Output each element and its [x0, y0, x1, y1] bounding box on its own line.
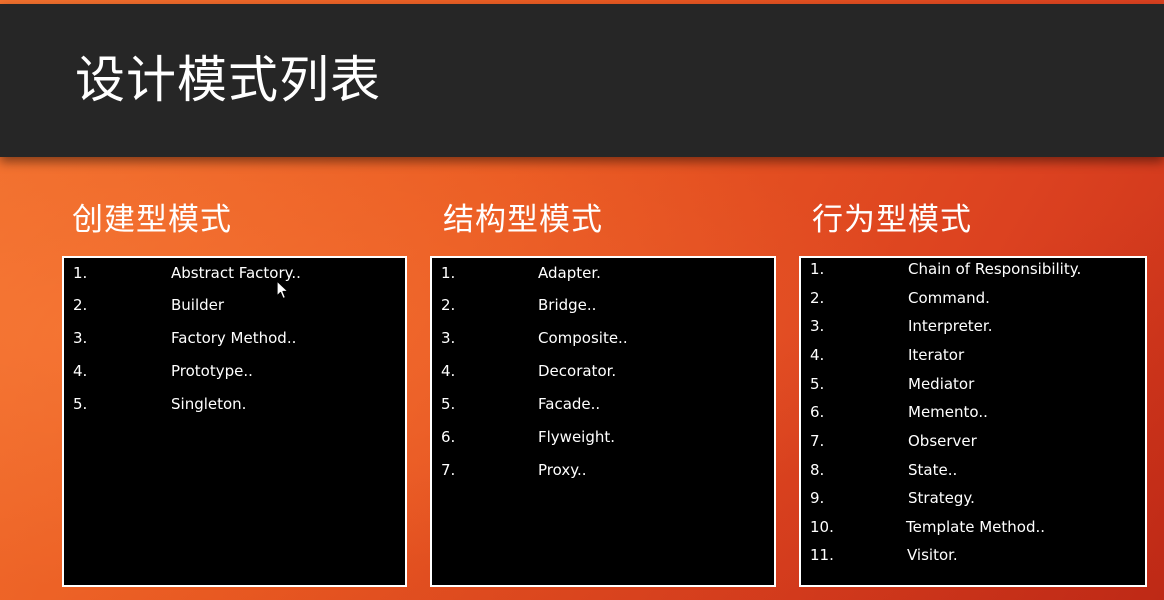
list-item: 5. Singleton.	[64, 392, 405, 416]
list-item: 5. Mediator	[801, 372, 1145, 396]
list-item-number: 3.	[441, 329, 456, 347]
list-item-number: 5.	[441, 395, 456, 413]
list-item-number: 3.	[810, 317, 825, 335]
list-item-label: Mediator	[908, 375, 975, 393]
list-item: 7. Proxy..	[432, 458, 774, 482]
list-item-number: 4.	[73, 362, 88, 380]
list-item-number: 2.	[73, 296, 88, 314]
list-item: 4. Decorator.	[432, 359, 774, 383]
list-item-label: Facade..	[538, 395, 601, 413]
list-item-label: Composite..	[538, 329, 628, 347]
list-item-label: Iterator	[908, 346, 965, 364]
list-item-label: Interpreter.	[908, 317, 993, 335]
list-item: 3. Factory Method..	[64, 326, 405, 350]
list-item-number: 4.	[810, 346, 825, 364]
mouse-pointer-icon	[276, 280, 290, 300]
list-item: 11. Visitor.	[801, 543, 1145, 567]
heading-behavioral: 行为型模式	[812, 202, 972, 238]
list-item-number: 1.	[73, 264, 88, 282]
list-item-label: Factory Method..	[171, 329, 297, 347]
list-item: 3. Interpreter.	[801, 314, 1145, 338]
list-item-label: Observer	[908, 432, 977, 450]
list-item: 9. Strategy.	[801, 486, 1145, 510]
list-item-number: 10.	[810, 518, 834, 536]
heading-structural: 结构型模式	[443, 202, 603, 238]
title-bar: 设计模式列表	[0, 4, 1164, 157]
list-item-number: 5.	[73, 395, 88, 413]
list-item-number: 1.	[441, 264, 456, 282]
list-item: 10. Template Method..	[801, 515, 1145, 539]
list-item: 6. Flyweight.	[432, 425, 774, 449]
heading-creational: 创建型模式	[72, 202, 232, 238]
list-item-number: 11.	[810, 546, 834, 564]
list-item: 2. Builder	[64, 293, 405, 317]
list-item-label: Command.	[908, 289, 990, 307]
list-item-number: 7.	[810, 432, 825, 450]
list-item-label: Flyweight.	[538, 428, 616, 446]
list-item-number: 6.	[810, 403, 825, 421]
list-item-label: Template Method..	[906, 518, 1046, 536]
list-item-label: Adapter.	[538, 264, 601, 282]
list-item: 7. Observer	[801, 429, 1145, 453]
list-item: 1. Adapter.	[432, 261, 774, 285]
behavioral-pattern-list: 1. Chain of Responsibility. 2. Command. …	[799, 256, 1147, 587]
list-item: 3. Composite..	[432, 326, 774, 350]
list-item-label: Bridge..	[538, 296, 597, 314]
list-item-label: Builder	[171, 296, 225, 314]
list-item-number: 2.	[441, 296, 456, 314]
list-item-number: 4.	[441, 362, 456, 380]
list-item: 4. Iterator	[801, 343, 1145, 367]
list-item: 2. Bridge..	[432, 293, 774, 317]
list-item-label: Proxy..	[538, 461, 587, 479]
list-item: 2. Command.	[801, 286, 1145, 310]
list-item-label: Prototype..	[171, 362, 253, 380]
slide-title: 设计模式列表	[75, 51, 381, 109]
list-item-label: Strategy.	[908, 489, 975, 507]
list-item: 4. Prototype..	[64, 359, 405, 383]
list-item-number: 9.	[810, 489, 825, 507]
list-item-label: Memento..	[908, 403, 988, 421]
list-item-number: 6.	[441, 428, 456, 446]
list-item-number: 7.	[441, 461, 456, 479]
list-item: 1. Chain of Responsibility.	[801, 257, 1145, 281]
list-item-label: Decorator.	[538, 362, 617, 380]
list-item: 5. Facade..	[432, 392, 774, 416]
list-item-label: Singleton.	[171, 395, 247, 413]
list-item-number: 1.	[810, 260, 825, 278]
list-item: 6. Memento..	[801, 400, 1145, 424]
list-item: 8. State..	[801, 458, 1145, 482]
list-item-label: Visitor.	[907, 546, 958, 564]
list-item-number: 8.	[810, 461, 825, 479]
list-item-number: 5.	[810, 375, 825, 393]
list-item-label: State..	[908, 461, 958, 479]
list-item: 1. Abstract Factory..	[64, 261, 405, 285]
creational-pattern-list: 1. Abstract Factory.. 2. Builder 3. Fact…	[62, 256, 407, 587]
list-item-label: Chain of Responsibility.	[908, 260, 1082, 278]
list-item-number: 3.	[73, 329, 88, 347]
structural-pattern-list: 1. Adapter. 2. Bridge.. 3. Composite.. 4…	[430, 256, 776, 587]
list-item-number: 2.	[810, 289, 825, 307]
